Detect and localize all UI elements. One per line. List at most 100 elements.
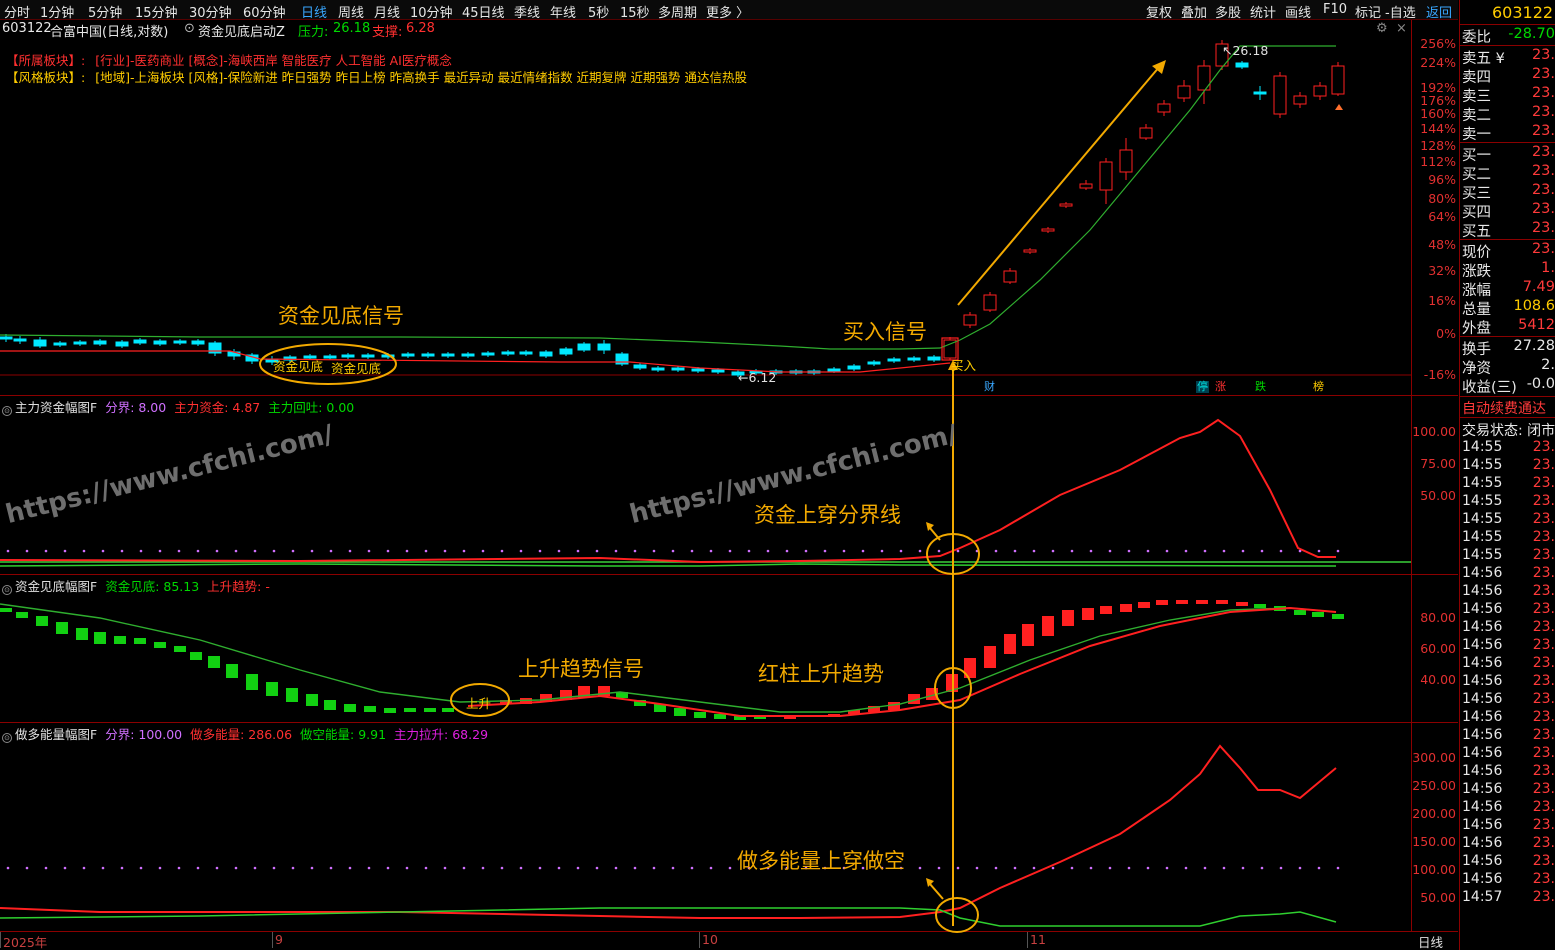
ind2-bar bbox=[226, 664, 238, 678]
ind2-axis-label: 60.00 bbox=[1420, 641, 1456, 656]
ind2-bar bbox=[984, 646, 996, 668]
ind3-boundary-dot bbox=[101, 866, 105, 870]
ind1-boundary-dot bbox=[158, 549, 162, 553]
candle-body bbox=[33, 339, 47, 347]
candle-body bbox=[633, 364, 647, 369]
low-marker: ←6.12 bbox=[738, 370, 777, 385]
ind1-boundary-dot bbox=[82, 549, 86, 553]
candle-body bbox=[461, 353, 475, 357]
panel-divider bbox=[1460, 24, 1555, 25]
ind3-boundary-dot bbox=[44, 866, 48, 870]
candle-body bbox=[1023, 249, 1037, 253]
ind3-boundary-dot bbox=[481, 866, 485, 870]
date-label: 9 bbox=[275, 932, 283, 947]
event-tag-list[interactable]: 榜 bbox=[1312, 381, 1325, 393]
candle-body bbox=[133, 339, 147, 344]
candle-body bbox=[1059, 203, 1073, 207]
tick-time: 14:56 bbox=[1462, 799, 1503, 815]
indicator-toggle-icon[interactable]: ⊙ bbox=[2, 585, 12, 595]
bid-3-price[interactable]: 23. bbox=[1532, 182, 1555, 198]
trade-status: 交易状态: 闭市 bbox=[1462, 423, 1555, 439]
ask-1-price[interactable]: 23. bbox=[1532, 123, 1555, 139]
period-button[interactable]: 日线 bbox=[1418, 932, 1443, 950]
ind1-boundary-dot bbox=[861, 549, 865, 553]
ask-5-price[interactable]: 23. bbox=[1532, 47, 1555, 63]
ind1-boundary-dot bbox=[595, 549, 599, 553]
ind2-bar bbox=[174, 646, 186, 652]
ind1-name[interactable]: 主力资金幅图F bbox=[15, 400, 97, 415]
stat-label: 涨幅 bbox=[1462, 283, 1491, 299]
ind3-name[interactable]: 做多能量幅图F bbox=[15, 727, 97, 742]
ask-3-price[interactable]: 23. bbox=[1532, 85, 1555, 101]
ind1-boundary-dot bbox=[785, 549, 789, 553]
ask-4-price[interactable]: 23. bbox=[1532, 66, 1555, 82]
candle-body bbox=[13, 338, 27, 342]
ind1-boundary-dot bbox=[880, 549, 884, 553]
event-tag-down[interactable]: 跌 bbox=[1254, 381, 1267, 393]
stat-label: 换手 bbox=[1462, 342, 1491, 358]
ind2-bar bbox=[404, 708, 416, 712]
ind3-boundary-dot bbox=[918, 866, 922, 870]
ind1-boundary-dot bbox=[1051, 549, 1055, 553]
ind3-pull-up: 主力拉升: 68.29 bbox=[394, 727, 489, 742]
ind3-boundary-dot bbox=[1108, 866, 1112, 870]
ind3-short-energy: 做空能量: 9.91 bbox=[300, 727, 387, 742]
candle-body bbox=[73, 341, 87, 345]
bid-1-price[interactable]: 23. bbox=[1532, 144, 1555, 160]
indicator-toggle-icon[interactable]: ⊙ bbox=[2, 406, 12, 416]
candle-body bbox=[927, 356, 941, 361]
date-tick bbox=[1027, 932, 1028, 948]
ind2-bar bbox=[286, 688, 298, 702]
ask-2-label: 卖二 bbox=[1462, 108, 1491, 124]
bid-2-label: 买二 bbox=[1462, 167, 1491, 183]
ask-2-price[interactable]: 23. bbox=[1532, 104, 1555, 120]
ind2-bar bbox=[0, 608, 12, 612]
ind2-bar bbox=[1236, 602, 1248, 606]
event-tag-halt[interactable]: 停 bbox=[1196, 381, 1209, 393]
ind2-name[interactable]: 资金见底幅图F bbox=[15, 579, 97, 594]
bid-2-price[interactable]: 23. bbox=[1532, 163, 1555, 179]
ind2-bottom-value: 资金见底: 85.13 bbox=[105, 579, 200, 594]
ind3-boundary-dot bbox=[1089, 866, 1093, 870]
stat-value: 27.28 bbox=[1513, 338, 1555, 354]
ind3-boundary-dot bbox=[196, 866, 200, 870]
ind1-boundary-dot bbox=[291, 549, 295, 553]
candle-body bbox=[1177, 85, 1191, 99]
ind1-boundary-dot bbox=[44, 549, 48, 553]
pointer-arrow bbox=[929, 883, 944, 900]
bottom-marker: 资金见底 bbox=[273, 359, 324, 374]
ind1-boundary-dot bbox=[1184, 549, 1188, 553]
stat-label: 净资 bbox=[1462, 361, 1491, 377]
ind1-boundary-dot bbox=[1013, 549, 1017, 553]
price-axis-label: 128% bbox=[1420, 138, 1456, 153]
ind1-boundary-dot bbox=[918, 549, 922, 553]
promo-link[interactable]: 自动续费通达 bbox=[1462, 398, 1546, 418]
price-axis-label: 256% bbox=[1420, 36, 1456, 51]
ind3-boundary-dot bbox=[994, 866, 998, 870]
ind1-boundary-dot bbox=[329, 549, 333, 553]
candle-body bbox=[1331, 65, 1345, 95]
stat-value: 7.49 bbox=[1522, 279, 1555, 295]
tick-time: 14:55 bbox=[1462, 529, 1503, 545]
panel-divider bbox=[1460, 396, 1555, 397]
ind3-boundary-dot bbox=[1260, 866, 1264, 870]
indicator-toggle-icon[interactable]: ⊙ bbox=[2, 733, 12, 743]
tick-time: 14:56 bbox=[1462, 835, 1503, 851]
ind2-bar bbox=[1062, 610, 1074, 626]
bid-5-price[interactable]: 23. bbox=[1532, 220, 1555, 236]
candle-body bbox=[481, 352, 495, 356]
ind1-boundary-dot bbox=[747, 549, 751, 553]
candle-body bbox=[1253, 91, 1267, 95]
tick-time: 14:56 bbox=[1462, 745, 1503, 761]
ind3-boundary-dot bbox=[690, 866, 694, 870]
tick-time: 14:56 bbox=[1462, 781, 1503, 797]
ind1-main-fund: 主力资金: 4.87 bbox=[174, 400, 261, 415]
event-tag-up[interactable]: 涨 bbox=[1214, 381, 1227, 393]
ind1-boundary-dot bbox=[1336, 549, 1340, 553]
tick-price: 23. bbox=[1532, 745, 1555, 761]
bid-4-price[interactable]: 23. bbox=[1532, 201, 1555, 217]
bid-3-label: 买三 bbox=[1462, 186, 1491, 202]
tick-price: 23. bbox=[1532, 781, 1555, 797]
event-tag-finance[interactable]: 财 bbox=[983, 381, 996, 393]
stat-label: 收益(三) bbox=[1462, 380, 1517, 396]
